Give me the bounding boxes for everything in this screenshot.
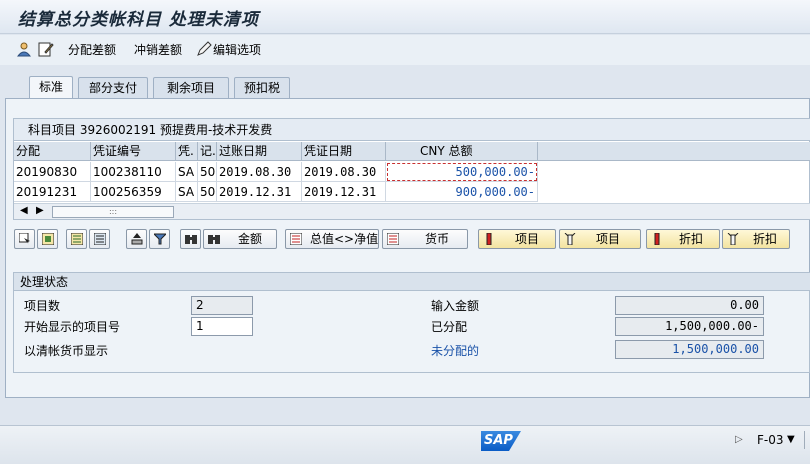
currency-list-icon [387,233,399,245]
marker-clear-icon [564,233,576,245]
first-item-input[interactable]: 1 [191,317,253,336]
column-header-document-number[interactable]: 凭证编号 [91,142,176,161]
table-cell-total-amount[interactable]: 500,000.00- [386,162,538,182]
sort-button[interactable] [126,229,147,249]
item-count-field: 2 [191,296,253,315]
transaction-code[interactable]: F-03 [757,433,784,447]
discount-off-button[interactable]: 折扣 [722,229,790,249]
deselect-items-label: 项目 [596,232,621,246]
item-count-label: 项目数 [24,299,61,313]
edit-options-button[interactable]: 编辑选项 [213,41,261,59]
column-header-document-date[interactable]: 凭证日期 [302,142,386,161]
select-cursor-icon [19,233,30,245]
table-cell-document-type[interactable]: SA [176,182,198,202]
deselect-items-button[interactable]: 项目 [559,229,641,249]
discount-on-label: 折扣 [679,232,704,246]
table-cell-document-date[interactable]: 2019.12.31 [302,182,386,202]
distribute-difference-button[interactable]: 分配差额 [68,41,116,59]
gross-net-button[interactable]: 总值<>净值 [285,229,379,249]
column-header-assignment[interactable]: 分配 [14,142,91,161]
assigned-label: 已分配 [431,320,468,334]
filter-icon [154,233,166,245]
find-button[interactable] [180,229,201,249]
marker-icon [654,233,660,245]
column-header-posting-key[interactable]: 记. [198,142,217,161]
table-cell-document-number[interactable]: 100238110 [91,162,176,182]
block-select-button[interactable] [37,229,58,249]
gross-net-label: 总值<>净值 [310,232,379,246]
discount-on-button[interactable]: 折扣 [646,229,720,249]
sort-icon [131,233,143,245]
sap-logo: SAP [481,431,521,451]
discount-off-label: 折扣 [753,232,778,246]
pencil-icon [197,41,212,56]
window-title: 结算总分类帐科目 处理未清项 [18,10,259,30]
table-cell-total-amount[interactable]: 900,000.00- [386,182,538,202]
tab-partial-payment[interactable]: 部分支付 [78,77,148,98]
tab-residual-items[interactable]: 剩余项目 [153,77,229,98]
status-bar: SAP ▷ F-03 ▼ [0,425,810,464]
table-cell-assignment[interactable]: 20191231 [14,182,91,202]
binoculars-icon [208,235,220,244]
processing-status-panel: 处理状态 项目数 2 开始显示的项目号 1 以清帐货币显示 输入金额 0.00 … [13,272,810,373]
table-cell-posting-key[interactable]: 50 [198,182,217,202]
list-activate-icon [71,233,83,245]
marker-icon [486,233,492,245]
column-header-posting-date[interactable]: 过账日期 [217,142,302,161]
table-cell-document-type[interactable]: SA [176,162,198,182]
select-items-label: 项目 [515,232,540,246]
unassigned-amount-field: 1,500,000.00 [615,340,764,359]
select-all-button[interactable] [14,229,35,249]
table-cell-posting-date[interactable]: 2019.12.31 [217,182,302,202]
title-bar: 结算总分类帐科目 处理未清项 [0,0,810,34]
first-item-label: 开始显示的项目号 [24,320,121,334]
assigned-amount-field: 1,500,000.00- [615,317,764,336]
deactivate-items-button[interactable] [89,229,110,249]
footer-divider [804,431,805,449]
activate-items-button[interactable] [66,229,87,249]
clearing-currency-label[interactable]: 以清帐货币显示 [24,342,108,360]
expand-status-icon[interactable]: ▷ [735,434,743,445]
application-toolbar: 分配差额 冲销差额 编辑选项 [0,35,810,65]
table-cell-document-date[interactable]: 2019.08.30 [302,162,386,182]
column-header-document-type[interactable]: 凭. [176,142,198,161]
column-header-empty [538,142,810,161]
binoculars-icon [185,235,197,244]
list-deactivate-icon [94,233,106,245]
tab-withholding-tax[interactable]: 预扣税 [234,77,290,98]
entered-amount-field: 0.00 [615,296,764,315]
horizontal-scrollbar[interactable]: ◀ ▶ ::: [14,203,810,219]
edit-icon[interactable] [38,41,54,57]
tab-standard[interactable]: 标准 [29,76,73,99]
scroll-thumb[interactable]: ::: [52,206,174,218]
marker-clear-icon [727,233,739,245]
amount-search-button[interactable]: 金额 [203,229,277,249]
entered-amount-label: 输入金额 [431,299,480,313]
table-title: 科目项目 3926002191 预提费用-技术开发费 [14,119,810,141]
table-cell-document-number[interactable]: 100256359 [91,182,176,202]
column-header-total-amount[interactable]: CNY 总额 [386,142,538,161]
scroll-right-icon[interactable]: ▶ [36,205,44,216]
filter-button[interactable] [149,229,170,249]
table-cell-posting-key[interactable]: 50 [198,162,217,182]
currency-list-icon [290,233,302,245]
unassigned-label: 未分配的 [431,344,480,358]
table-cell-posting-date[interactable]: 2019.08.30 [217,162,302,182]
table-cell-assignment[interactable]: 20190830 [14,162,91,182]
scroll-left-icon[interactable]: ◀ [20,205,28,216]
dropdown-icon[interactable]: ▼ [787,434,795,445]
write-off-difference-button[interactable]: 冲销差额 [134,41,182,59]
select-items-button[interactable]: 项目 [478,229,556,249]
currency-button[interactable]: 货币 [382,229,468,249]
amount-search-label: 金额 [238,232,263,246]
block-icon [42,233,54,245]
processing-status-title: 处理状态 [14,273,810,291]
user-icon[interactable] [16,41,32,57]
open-items-table: 科目项目 3926002191 预提费用-技术开发费 分配 凭证编号 凭. 记.… [13,118,810,220]
currency-label: 货币 [425,232,450,246]
